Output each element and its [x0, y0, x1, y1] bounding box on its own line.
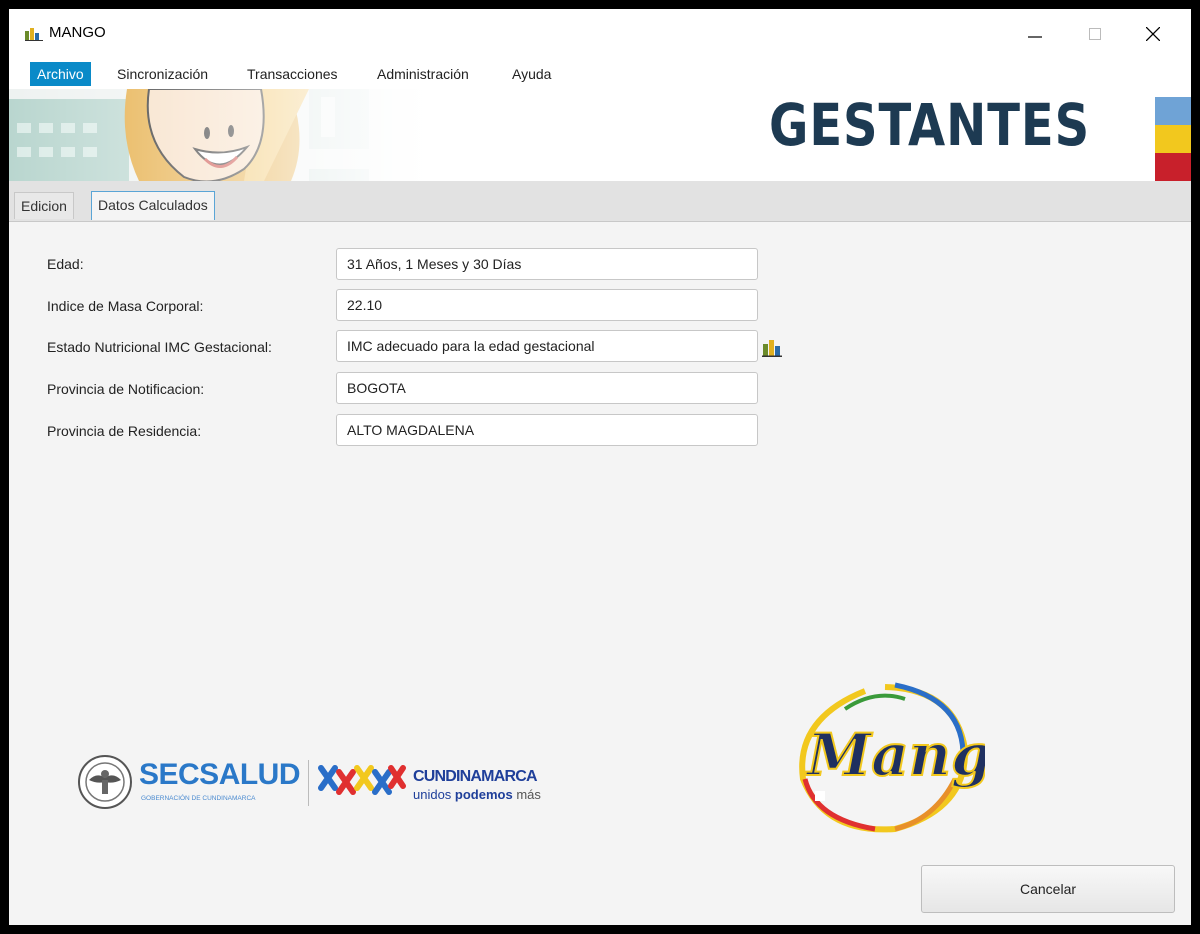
- coat-of-arms-logo: [78, 755, 132, 809]
- menu-sincronizacion[interactable]: Sincronización: [110, 62, 215, 86]
- cancel-button[interactable]: Cancelar: [921, 865, 1175, 913]
- edad-field[interactable]: [336, 248, 758, 280]
- provincia-notificacion-field[interactable]: [336, 372, 758, 404]
- banner-title: GESTANTES: [769, 91, 1091, 159]
- cundinamarca-emblem: [318, 765, 406, 795]
- estado-nutricional-label: Estado Nutricional IMC Gestacional:: [47, 339, 272, 355]
- imc-label: Indice de Masa Corporal:: [47, 298, 204, 314]
- header-banner: GESTANTES: [9, 89, 1191, 181]
- minimize-button[interactable]: [1015, 17, 1055, 51]
- minimize-icon: [1028, 36, 1042, 38]
- app-bar-chart-icon: [25, 28, 43, 41]
- imc-field[interactable]: [336, 289, 758, 321]
- menu-bar: Archivo Sincronización Transacciones Adm…: [9, 59, 1191, 89]
- window-title: MANGO: [49, 24, 106, 41]
- banner-illustration: [9, 89, 429, 181]
- logo-divider: [308, 760, 309, 806]
- mango-logo-text: Mango: [805, 721, 985, 789]
- edad-label: Edad:: [47, 256, 84, 272]
- tab-bar: Edicion Datos Calculados: [9, 181, 1191, 222]
- cundinamarca-slogan: unidos podemos más: [413, 787, 541, 802]
- menu-administracion[interactable]: Administración: [370, 62, 476, 86]
- app-window: MANGO Archivo Sincronización Transaccion…: [9, 9, 1191, 925]
- mango-logo: Mango: [799, 682, 985, 833]
- menu-archivo[interactable]: Archivo: [30, 62, 91, 86]
- tab-edicion[interactable]: Edicion: [14, 192, 74, 219]
- tab-datos-calculados[interactable]: Datos Calculados: [91, 191, 215, 220]
- provincia-notificacion-label: Provincia de Notificacion:: [47, 381, 205, 397]
- menu-transacciones[interactable]: Transacciones: [240, 62, 345, 86]
- secsalud-subtitle: GOBERNACIÓN DE CUNDINAMARCA: [141, 795, 256, 802]
- maximize-button[interactable]: [1075, 17, 1115, 51]
- close-icon: [1146, 27, 1160, 41]
- title-bar: MANGO: [9, 9, 1191, 59]
- menu-ayuda[interactable]: Ayuda: [505, 62, 558, 86]
- estado-nutricional-field[interactable]: [336, 330, 758, 362]
- close-button[interactable]: [1133, 17, 1173, 51]
- chart-icon[interactable]: [762, 339, 782, 357]
- cundinamarca-logo-text: CUNDINAMARCA: [413, 768, 538, 785]
- secsalud-logo: SECSALUD: [139, 758, 301, 791]
- maximize-icon: [1089, 28, 1101, 40]
- provincia-residencia-field[interactable]: [336, 414, 758, 446]
- flag-stripes: [1155, 97, 1191, 181]
- provincia-residencia-label: Provincia de Residencia:: [47, 423, 202, 439]
